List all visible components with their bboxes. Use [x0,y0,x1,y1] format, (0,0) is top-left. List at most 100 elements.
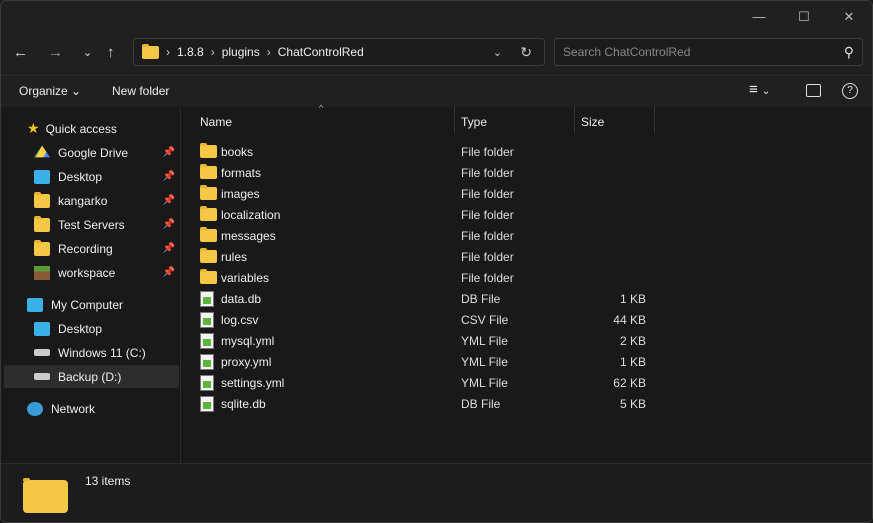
item-count: 13 items [85,474,131,488]
sidebar-item-label: Network [51,401,96,416]
breadcrumb-2[interactable]: plugins [222,45,260,59]
file-row[interactable]: messages File folder [196,225,656,246]
file-row[interactable]: mysql.yml YML File 2 KB [196,330,656,351]
address-bar[interactable]: › 1.8.8 › plugins › ChatControlRed ⌄ ↻ [133,38,545,66]
folder-icon [142,43,159,59]
forward-button[interactable]: → [48,44,63,62]
file-name: proxy.yml [221,354,272,369]
file-type: CSV File [461,312,509,327]
file-row[interactable]: settings.yml YML File 62 KB [196,372,656,393]
file-name: sqlite.db [221,396,266,411]
help-icon[interactable]: ? [842,83,858,99]
file-type: File folder [461,186,514,201]
sidebar-item[interactable]: Google Drive 📌 [4,141,179,164]
sidebar-item[interactable]: workspace 📌 [4,261,179,284]
text-file-icon [200,395,214,412]
text-file-icon [200,332,214,349]
file-name: messages [221,228,276,243]
sidebar-item-label: Desktop [58,169,103,184]
file-row[interactable]: log.csv CSV File 44 KB [196,309,656,330]
sidebar-item-label: Windows 11 (C:) [58,345,146,360]
chevron-right-icon: › [210,45,215,59]
file-row[interactable]: data.db DB File 1 KB [196,288,656,309]
file-size: 5 KB [619,396,646,411]
sidebar-item[interactable]: Desktop [4,317,179,340]
column-type[interactable]: Type [461,115,487,129]
file-row[interactable]: sqlite.db DB File 5 KB [196,393,656,414]
monitor-icon [27,297,43,312]
file-type: YML File [461,333,508,348]
preview-pane-icon[interactable] [806,84,821,97]
file-type: DB File [461,396,501,411]
view-options-icon[interactable]: ≡ ⌄ [749,81,770,98]
file-name: rules [221,249,248,264]
sidebar-item[interactable]: Windows 11 (C:) [4,341,179,364]
text-file-icon [200,374,214,391]
close-button[interactable]: ✕ [834,7,864,27]
file-size: 1 KB [619,291,646,306]
file-type: File folder [461,207,514,222]
file-row[interactable]: variables File folder [196,267,656,288]
desktop-icon [34,321,50,336]
search-icon[interactable]: ⚲ [844,39,854,65]
file-type: DB File [461,291,501,306]
file-name: settings.yml [221,375,285,390]
folder-icon [200,164,217,179]
file-name: log.csv [221,312,259,327]
file-name: data.db [221,291,262,306]
column-divider[interactable] [454,107,455,133]
sidebar-item[interactable]: Recording 📌 [4,237,179,260]
star-icon: ★ [27,120,40,136]
pin-icon[interactable]: 📌 [163,147,175,158]
sidebar-item[interactable]: Desktop 📌 [4,165,179,188]
file-row[interactable]: proxy.yml YML File 1 KB [196,351,656,372]
file-size: 1 KB [619,354,646,369]
pin-icon[interactable]: 📌 [163,219,175,230]
text-file-icon [200,311,214,328]
file-explorer-window: — ☐ ✕ ← → ⌄ ↑ › 1.8.8 › plugins › ChatCo… [0,0,873,523]
maximize-button[interactable]: ☐ [789,7,819,27]
file-type: File folder [461,249,514,264]
breadcrumb-3[interactable]: ChatControlRed [278,45,364,59]
folder-icon [34,191,50,208]
organize-label: Organize [19,84,68,98]
new-folder-button[interactable]: New folder [112,84,169,98]
file-row[interactable]: rules File folder [196,246,656,267]
file-row[interactable]: formats File folder [196,162,656,183]
pin-icon[interactable]: 📌 [163,171,175,182]
address-row: ← → ⌄ ↑ › 1.8.8 › plugins › ChatControlR… [1,33,872,76]
folder-icon [34,239,50,256]
sidebar-item-network[interactable]: Network [27,397,202,420]
file-size: 62 KB [613,375,646,390]
pin-icon[interactable]: 📌 [163,243,175,254]
sidebar-item-quick-access[interactable]: ★ Quick access [27,117,202,140]
sidebar-item[interactable]: Backup (D:) [4,365,179,388]
sidebar-item-label: Quick access [45,121,117,136]
sort-ascending-icon: ^ [319,103,324,113]
file-row[interactable]: localization File folder [196,204,656,225]
column-divider[interactable] [574,107,575,133]
file-row[interactable]: books File folder [196,141,656,162]
chevron-down-icon[interactable]: ⌄ [493,46,502,59]
sidebar-item[interactable]: Test Servers 📌 [4,213,179,236]
sidebar-item[interactable]: kangarko 📌 [4,189,179,212]
column-size[interactable]: Size [581,115,604,129]
sidebar-item-my-computer[interactable]: My Computer [27,293,202,316]
search-input[interactable]: Search ChatControlRed ⚲ [554,38,863,66]
folder-icon [200,143,217,158]
back-button[interactable]: ← [13,44,28,62]
minimize-button[interactable]: — [744,7,774,27]
sidebar-item-label: kangarko [58,193,108,208]
command-bar: Organize ⌄ New folder ≡ ⌄ ? [1,77,872,107]
pin-icon[interactable]: 📌 [163,267,175,278]
pin-icon[interactable]: 📌 [163,195,175,206]
breadcrumb-1[interactable]: 1.8.8 [177,45,204,59]
column-divider[interactable] [654,107,655,133]
refresh-icon[interactable]: ↻ [520,44,532,61]
up-button[interactable]: ↑ [107,44,115,62]
recent-locations-button[interactable]: ⌄ [83,44,92,62]
organize-button[interactable]: Organize ⌄ [19,84,81,98]
file-row[interactable]: images File folder [196,183,656,204]
chevron-right-icon: › [166,45,170,59]
column-name[interactable]: Name [200,115,232,129]
